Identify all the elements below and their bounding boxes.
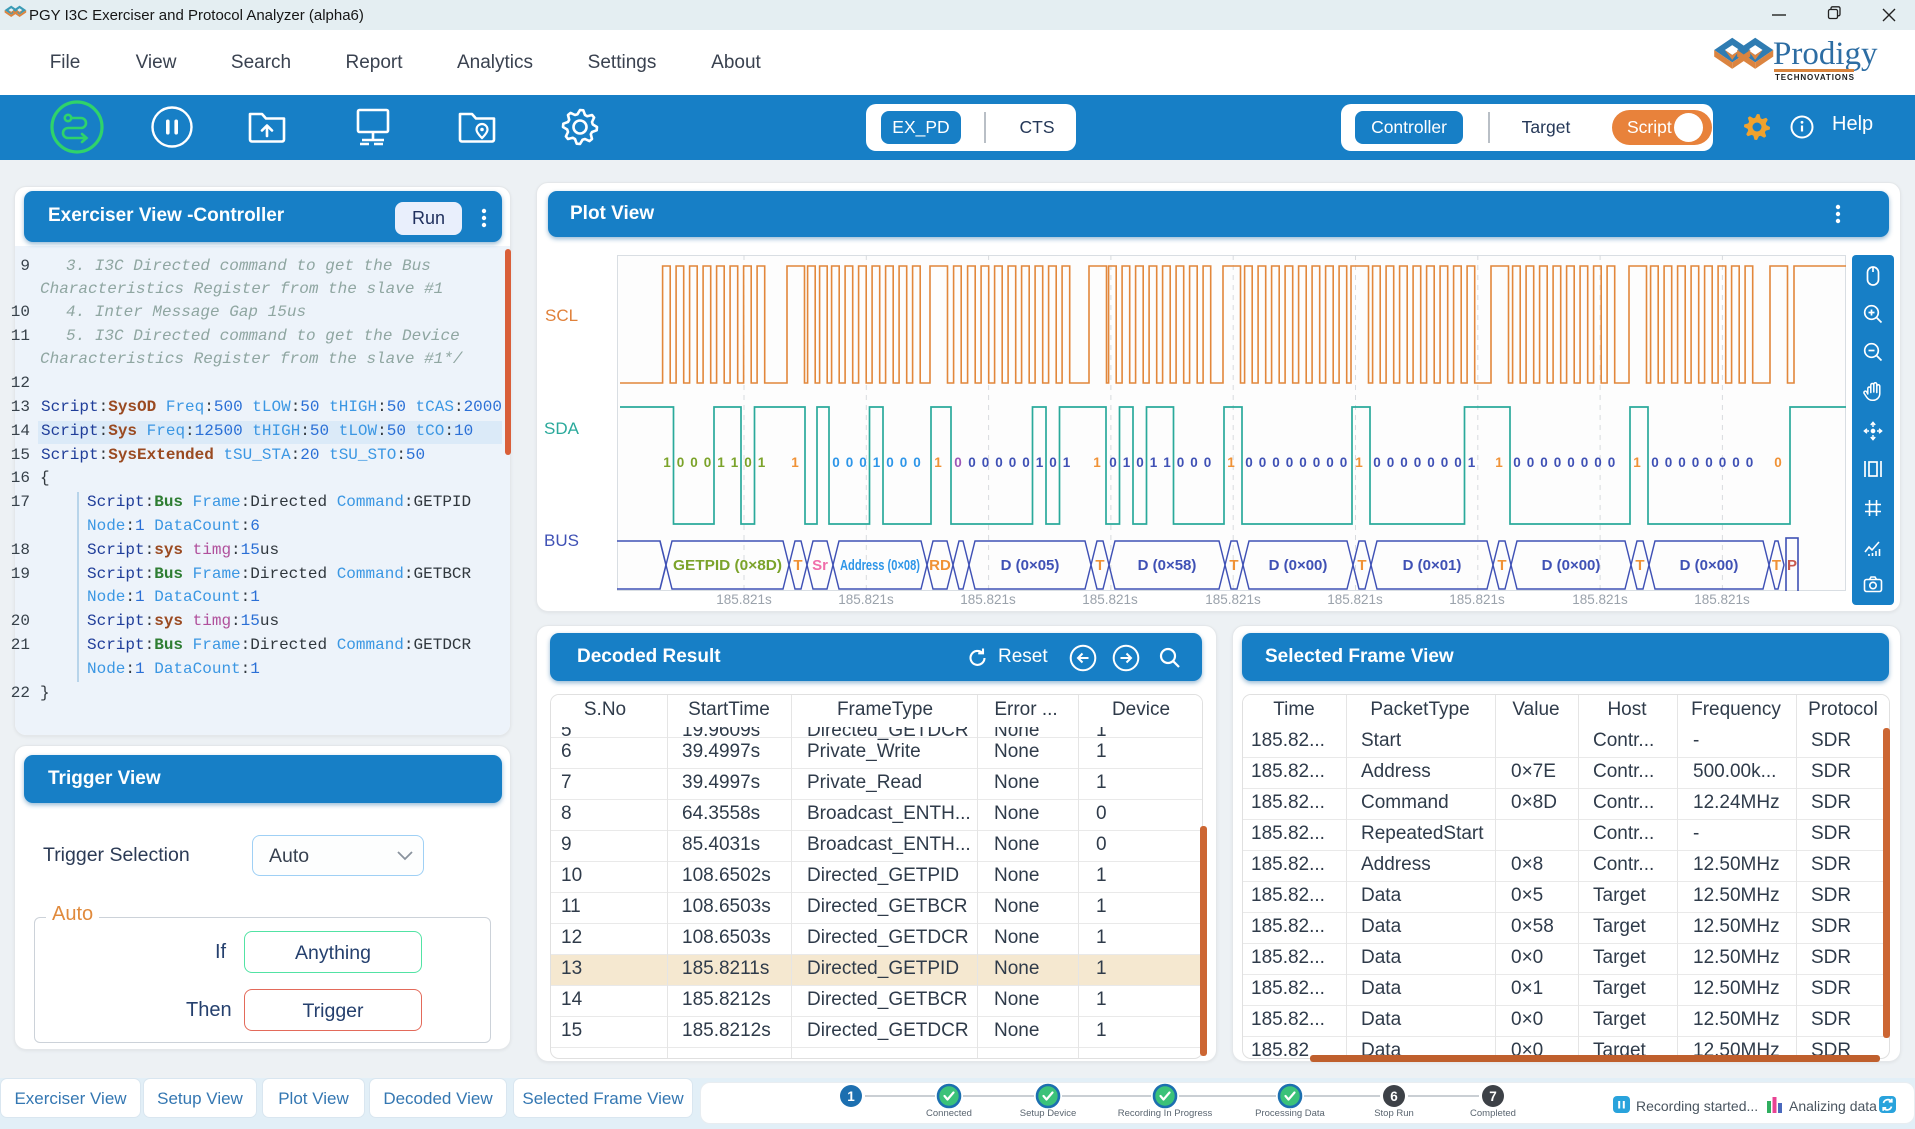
svg-text:0: 0	[1177, 455, 1185, 470]
svg-text:0: 0	[1204, 455, 1212, 470]
svg-text:D (0×05): D (0×05)	[1001, 557, 1060, 574]
svg-text:T: T	[793, 557, 802, 574]
svg-text:1: 1	[1150, 455, 1158, 470]
svg-text:1: 1	[1093, 455, 1101, 470]
svg-text:0: 0	[1441, 455, 1449, 470]
svg-text:Address (0×08): Address (0×08)	[840, 557, 920, 574]
svg-text:0: 0	[1190, 455, 1198, 470]
svg-text:0: 0	[1581, 455, 1589, 470]
svg-text:0: 0	[1719, 455, 1727, 470]
svg-text:D (0×01): D (0×01)	[1403, 557, 1462, 574]
svg-text:0: 0	[1427, 455, 1435, 470]
svg-text:T: T	[1497, 557, 1506, 574]
svg-text:1: 1	[847, 1089, 855, 1104]
svg-text:0: 0	[1540, 455, 1548, 470]
svg-text:1: 1	[1123, 455, 1131, 470]
svg-text:1: 1	[1163, 455, 1171, 470]
svg-text:0: 0	[913, 455, 921, 470]
svg-text:0: 0	[1454, 455, 1462, 470]
svg-text:0: 0	[968, 455, 976, 470]
svg-text:0: 0	[1651, 455, 1659, 470]
svg-text:0: 0	[1692, 455, 1700, 470]
svg-text:0: 0	[1567, 455, 1575, 470]
svg-text:D (0×58): D (0×58)	[1138, 557, 1197, 574]
svg-text:0: 0	[1326, 455, 1334, 470]
svg-text:0: 0	[982, 455, 990, 470]
svg-text:1: 1	[1495, 455, 1503, 470]
svg-text:0: 0	[1513, 455, 1521, 470]
svg-text:0: 0	[1665, 455, 1673, 470]
svg-text:D (0×00): D (0×00)	[1269, 557, 1328, 574]
svg-text:0: 0	[744, 455, 752, 470]
svg-text:0: 0	[1414, 455, 1422, 470]
svg-text:1: 1	[1063, 455, 1071, 470]
svg-text:D (0×00): D (0×00)	[1680, 557, 1739, 574]
svg-text:0: 0	[1400, 455, 1408, 470]
svg-text:D (0×00): D (0×00)	[1542, 557, 1601, 574]
svg-text:1: 1	[1036, 455, 1044, 470]
svg-text:0: 0	[1527, 455, 1535, 470]
svg-text:1: 1	[758, 455, 766, 470]
svg-text:RD: RD	[929, 557, 951, 574]
svg-text:0: 0	[1705, 455, 1713, 470]
svg-text:6: 6	[1390, 1089, 1398, 1104]
svg-text:0: 0	[1245, 455, 1253, 470]
svg-text:0: 0	[1594, 455, 1602, 470]
svg-text:T: T	[1095, 557, 1104, 574]
svg-text:T: T	[1229, 557, 1238, 574]
svg-text:0: 0	[1774, 455, 1782, 470]
svg-text:0: 0	[1387, 455, 1395, 470]
svg-text:1: 1	[873, 455, 881, 470]
svg-text:1: 1	[1468, 455, 1476, 470]
svg-text:1: 1	[1227, 455, 1235, 470]
svg-text:1: 1	[1355, 455, 1363, 470]
svg-text:0: 0	[1022, 455, 1030, 470]
svg-text:0: 0	[1340, 455, 1348, 470]
svg-text:0: 0	[846, 455, 854, 470]
svg-text:0: 0	[1136, 455, 1144, 470]
svg-text:0: 0	[832, 455, 840, 470]
svg-text:0: 0	[1286, 455, 1294, 470]
svg-text:1: 1	[1633, 455, 1641, 470]
svg-text:1: 1	[717, 455, 725, 470]
svg-text:GETPID (0×8D): GETPID (0×8D)	[673, 557, 782, 574]
svg-text:0: 0	[995, 455, 1003, 470]
svg-text:P: P	[1787, 557, 1797, 574]
svg-text:T: T	[1635, 557, 1644, 574]
svg-text:0: 0	[690, 455, 698, 470]
svg-text:0: 0	[859, 455, 867, 470]
svg-text:7: 7	[1489, 1089, 1497, 1104]
svg-text:0: 0	[954, 455, 962, 470]
svg-text:0: 0	[1678, 455, 1686, 470]
svg-text:1: 1	[731, 455, 739, 470]
svg-text:0: 0	[1313, 455, 1321, 470]
svg-text:0: 0	[1049, 455, 1057, 470]
svg-text:0: 0	[704, 455, 712, 470]
svg-text:0: 0	[1109, 455, 1117, 470]
svg-text:1: 1	[934, 455, 942, 470]
svg-text:0: 0	[1299, 455, 1307, 470]
svg-text:T: T	[1772, 557, 1781, 574]
svg-text:0: 0	[900, 455, 908, 470]
svg-text:0: 0	[886, 455, 894, 470]
svg-text:1: 1	[663, 455, 671, 470]
svg-text:1: 1	[791, 455, 799, 470]
svg-text:0: 0	[1009, 455, 1017, 470]
svg-text:0: 0	[1259, 455, 1267, 470]
svg-text:0: 0	[1746, 455, 1754, 470]
svg-text:Sr: Sr	[812, 557, 828, 574]
svg-text:T: T	[1357, 557, 1366, 574]
svg-text:0: 0	[1272, 455, 1280, 470]
svg-text:0: 0	[1554, 455, 1562, 470]
svg-text:0: 0	[677, 455, 685, 470]
svg-text:0: 0	[1732, 455, 1740, 470]
svg-text:0: 0	[1373, 455, 1381, 470]
svg-text:0: 0	[1608, 455, 1616, 470]
